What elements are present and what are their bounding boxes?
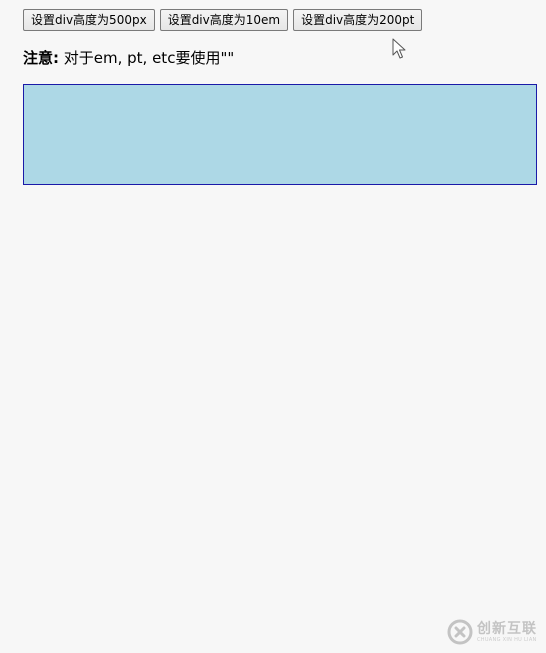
watermark-logo-icon [447,619,473,645]
watermark-text: 创新互联 CHUANG XIN HU LIAN [477,622,537,643]
page: 设置div高度为500px 设置div高度为10em 设置div高度为200pt… [0,0,546,653]
button-toolbar: 设置div高度为500px 设置div高度为10em 设置div高度为200pt [23,9,423,31]
note-label: 注意: [23,49,59,67]
watermark-main-text: 创新互联 [477,620,537,637]
watermark-sub-text: CHUANG XIN HU LIAN [477,636,537,643]
mouse-cursor-icon [392,38,406,59]
note-paragraph: 注意: 对于em, pt, etc要使用"" [23,48,234,68]
target-div [23,84,537,185]
note-text: 对于em, pt, etc要使用"" [59,49,235,67]
set-height-500px-button[interactable]: 设置div高度为500px [23,9,155,31]
set-height-10em-button[interactable]: 设置div高度为10em [159,9,289,31]
set-height-200pt-button[interactable]: 设置div高度为200pt [293,9,423,31]
watermark: 创新互联 CHUANG XIN HU LIAN [447,611,546,653]
